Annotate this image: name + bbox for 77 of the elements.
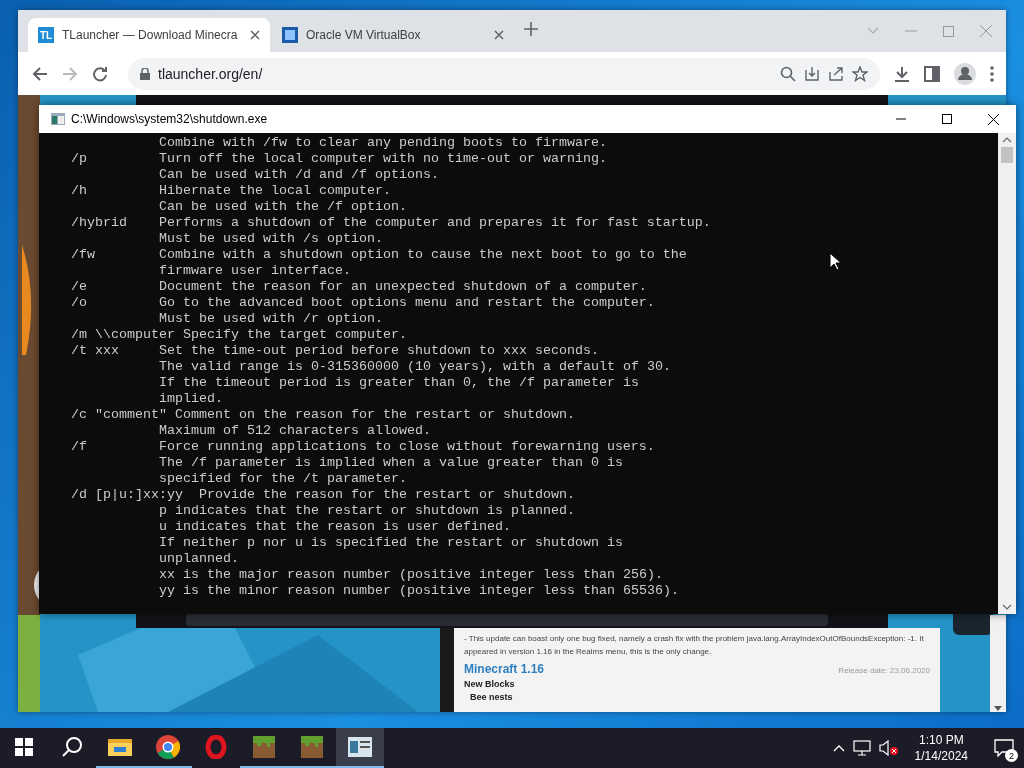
console-line: /e Document the reason for an unexpected shutdown of a computer. — [71, 279, 647, 295]
install-app-icon[interactable] — [804, 65, 820, 82]
menu-icon[interactable] — [990, 65, 994, 82]
network-icon[interactable] — [852, 740, 871, 756]
console-line: specified for the /t parameter. — [159, 471, 407, 487]
console-line: /c "comment" Comment on the reason for the restart or shutdown. — [71, 407, 575, 423]
cursor-icon — [829, 252, 841, 271]
console-line: u indicates that the reason is user defined. — [159, 519, 511, 535]
address-bar[interactable]: tlauncher.org/en/ — [128, 57, 880, 90]
console-line: /p Turn off the local computer with no time-out or warning. — [71, 151, 607, 167]
list-item: Bee nests — [470, 692, 514, 702]
console-line: /m \\computer Specify the target computer. — [71, 327, 407, 343]
console-line: /o Go to the advanced boot options menu and restart the computer. — [71, 295, 655, 311]
scroll-down-icon[interactable] — [1002, 604, 1012, 610]
console-line: /f Force running applications to close without forewarning users. — [71, 439, 655, 455]
console-line: /d [p|u:]xx:yy Provide the reason for the restart or shutdown. — [71, 487, 575, 503]
console-line: yy is the minor reason number (positive integer less than 65536). — [159, 583, 679, 599]
search-icon[interactable] — [61, 736, 83, 758]
close-icon[interactable] — [250, 30, 260, 40]
console-line: /t xxx Set the time-out period before shutdown to xxx seconds. — [71, 343, 599, 359]
scroll-up-icon[interactable] — [1002, 137, 1012, 143]
share-icon[interactable] — [828, 65, 844, 82]
volume-muted-icon[interactable] — [878, 740, 899, 756]
maximize-icon[interactable] — [942, 114, 952, 124]
side-panel-icon[interactable] — [924, 65, 940, 82]
section-heading: New Blocks — [464, 679, 516, 689]
console-line: unplanned. — [159, 551, 239, 567]
new-tab-icon[interactable] — [524, 22, 538, 36]
console-line: Must be used with /s option. — [159, 231, 383, 247]
browser-tab[interactable]: TL TLauncher — Download Minecra — [28, 18, 270, 52]
console-line: /hybrid Performs a shutdown of the computer and prepares it for fast startup. — [71, 215, 711, 231]
virtualbox-favicon-icon — [282, 27, 298, 43]
back-icon[interactable] — [32, 65, 48, 82]
console-line: /fw Combine with a shutdown option to cause the next boot to go to the — [71, 247, 687, 263]
version-title[interactable]: Minecraft 1.16 — [464, 662, 545, 676]
console-line: /h Hibernate the local computer. — [71, 183, 391, 199]
folder-icon[interactable] — [108, 737, 132, 757]
console-line: If neither p nor u is specified the restart or shutdown is — [159, 535, 623, 551]
console-line: implied. — [159, 391, 223, 407]
page-scrollbar[interactable] — [990, 615, 1006, 712]
console-line: p indicates that the restart or shutdown is planned. — [159, 503, 575, 519]
close-icon[interactable] — [987, 113, 999, 125]
windows-icon[interactable] — [15, 738, 33, 756]
download-icon[interactable] — [894, 65, 910, 82]
scroll-down-icon[interactable] — [994, 706, 1002, 712]
console-line: Maximum of 512 characters allowed. — [159, 423, 431, 439]
lock-icon — [140, 67, 150, 80]
console-line: If the timeout period is greater than 0, the /f parameter is — [159, 375, 639, 391]
star-icon[interactable] — [852, 65, 868, 82]
console-line: The valid range is 0-315360000 (10 years), with a default of 30. — [159, 359, 671, 375]
console-window-icon[interactable] — [348, 737, 372, 757]
release-date: Release date: 23.06.2020 — [838, 666, 930, 675]
clock[interactable]: 1:10 PM 1/14/2024 — [906, 732, 976, 764]
taskbar-button[interactable] — [336, 728, 384, 768]
console-line: Combine with /fw to clear any pending boots to firmware. — [159, 135, 607, 151]
window-title: C:\Windows\system32\shutdown.exe — [71, 112, 268, 126]
notification-count: 2 — [1005, 749, 1018, 762]
browser-tab[interactable]: Oracle VM VirtualBox — [272, 18, 514, 52]
horizontal-scrollbar[interactable] — [186, 614, 828, 626]
tab-favicon: TL — [38, 27, 54, 43]
opera-icon[interactable] — [205, 735, 227, 759]
browser-icon[interactable] — [156, 735, 180, 759]
vertical-scrollbar[interactable] — [998, 133, 1016, 614]
profile-icon[interactable] — [954, 62, 976, 85]
console-line: firmware user interface. — [159, 263, 351, 279]
console-line: xx is the major reason number (positive integer less than 256). — [159, 567, 663, 583]
scroll-thumb[interactable] — [1001, 147, 1013, 163]
chevron-up-icon[interactable] — [832, 744, 845, 752]
changelog-text: - This update can boast only one bug fixed, namely a crash fix with the problem java.lang.ArrayIndexOutOfBoundsException: -1. It appeared in version 1.16 in the Realms menu, this is the only change. — [464, 633, 925, 658]
address-text: tlauncher.org/en/ — [158, 65, 264, 82]
console-line: Can be used with /d and /f options. — [159, 167, 439, 183]
notifications-icon[interactable] — [994, 739, 1014, 757]
console-line: The /f parameter is implied when a value greater than 0 is — [159, 455, 623, 471]
console-line: Must be used with /r option. — [159, 311, 383, 327]
reload-icon[interactable] — [92, 65, 108, 82]
console-icon — [51, 113, 65, 125]
console-line: Can be used with the /f option. — [159, 199, 407, 215]
